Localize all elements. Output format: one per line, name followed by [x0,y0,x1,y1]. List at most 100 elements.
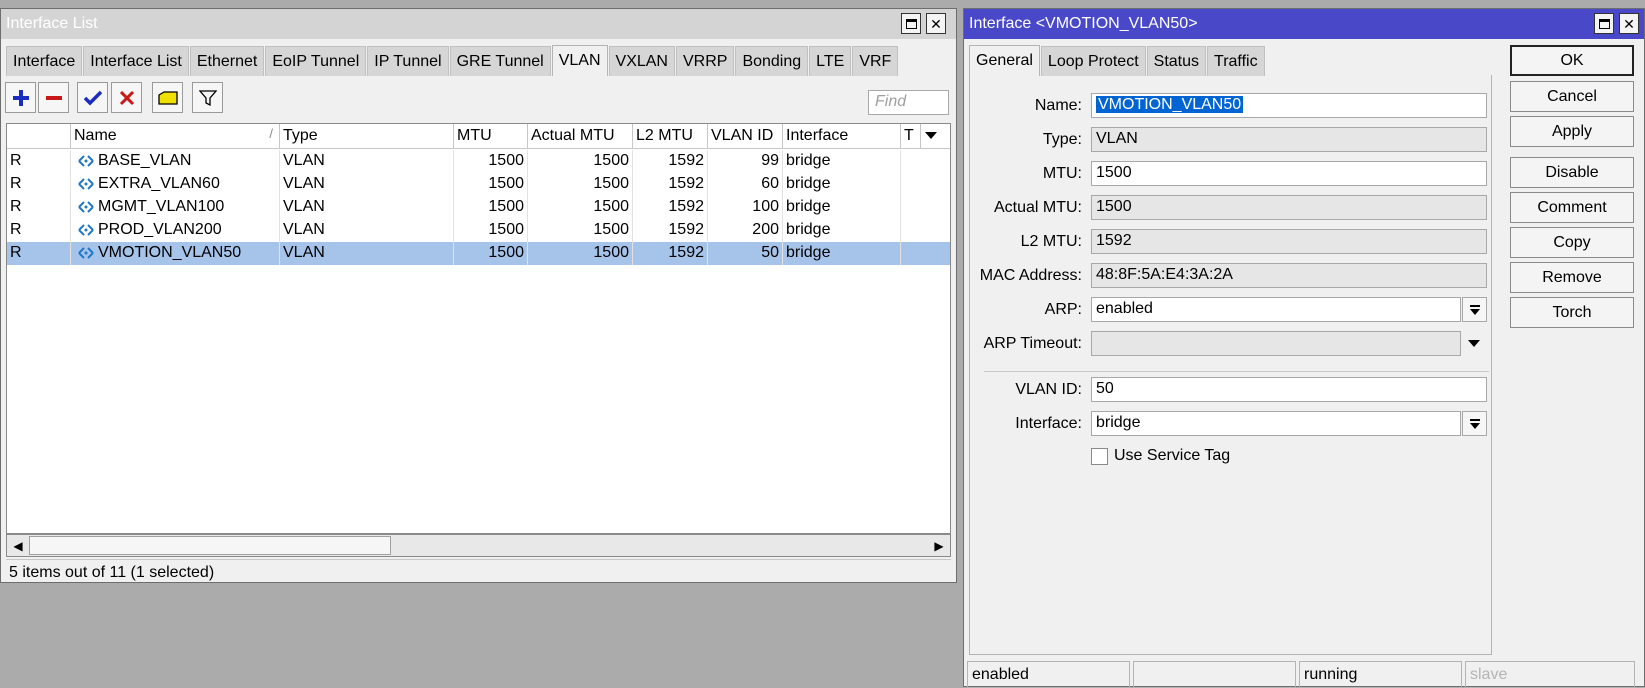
tab-vrf[interactable]: VRF [852,46,899,76]
vlan-id-input[interactable]: 50 [1091,377,1487,402]
mtu-input[interactable]: 1500 [1091,161,1487,186]
col-interface[interactable]: Interface [783,124,901,149]
tab-eoip-tunnel[interactable]: EoIP Tunnel [265,46,367,76]
col-extra[interactable]: T [901,124,921,149]
maximize-icon [1598,18,1610,29]
scroll-right-button[interactable]: ▶ [928,535,950,556]
comment-button[interactable] [152,82,183,113]
dialog-title-bar[interactable]: Interface <VMOTION_VLAN50> ✕ [964,9,1644,39]
close-button[interactable]: ✕ [926,13,946,34]
tab-bonding[interactable]: Bonding [735,46,809,76]
tab-vrrp[interactable]: VRRP [675,46,735,76]
row-type: VLAN [280,219,454,242]
col-name[interactable]: Name / [71,124,280,149]
row-name: VMOTION_VLAN50 [98,244,242,261]
dialog-title: Interface <VMOTION_VLAN50> [969,15,1198,32]
disable-button[interactable] [111,82,142,113]
tab-loop-protect[interactable]: Loop Protect [1040,46,1146,76]
row-name-cell: MGMT_VLAN100 [71,196,280,219]
vlan-icon [78,178,94,190]
arp-select[interactable]: enabled [1091,297,1461,322]
maximize-button[interactable] [901,13,921,34]
add-button[interactable] [5,82,36,113]
name-input[interactable]: VMOTION_VLAN50 [1091,93,1487,118]
col-l2-mtu[interactable]: L2 MTU [633,124,708,149]
status-slave: slave [1465,661,1635,688]
row-interface: bridge [783,219,901,242]
list-title-bar[interactable]: Interface List ✕ [1,9,956,39]
dialog-maximize-button[interactable] [1594,13,1614,34]
check-icon [83,90,102,105]
row-vlan-id: 50 [708,242,783,265]
row-type: VLAN [280,173,454,196]
table-row[interactable]: R PROD_VLAN200 VLAN 1500 1500 1592 200 b… [7,219,950,242]
disable-button[interactable]: Disable [1510,157,1634,188]
arp-timeout-dropdown-button[interactable] [1468,340,1480,347]
row-l2-mtu: 1592 [633,219,708,242]
table-row[interactable]: R MGMT_VLAN100 VLAN 1500 1500 1592 100 b… [7,196,950,219]
arp-dropdown-button[interactable] [1462,297,1487,322]
row-vlan-id: 99 [708,150,783,173]
comment-button[interactable]: Comment [1510,192,1634,223]
vlan-icon [78,201,94,213]
tab-traffic[interactable]: Traffic [1207,46,1265,76]
table-row[interactable]: R BASE_VLAN VLAN 1500 1500 1592 99 bridg… [7,150,950,173]
interface-dropdown-button[interactable] [1462,411,1487,436]
copy-button[interactable]: Copy [1510,227,1634,258]
actual-mtu-field: 1500 [1091,195,1487,220]
arrow-right-icon: ▶ [934,538,944,553]
vlan-id-label: VLAN ID: [1015,381,1082,398]
tab-lte[interactable]: LTE [809,46,852,76]
row-interface: bridge [783,150,901,173]
filter-button[interactable] [192,82,223,113]
mac-address-field: 48:8F:5A:E4:3A:2A [1091,263,1487,288]
tab-gre-tunnel[interactable]: GRE Tunnel [449,46,551,76]
table-row[interactable]: R EXTRA_VLAN60 VLAN 1500 1500 1592 60 br… [7,173,950,196]
tab-interface-list[interactable]: Interface List [83,46,189,76]
enable-button[interactable] [77,82,108,113]
name-label: Name: [1034,97,1082,114]
remove-button[interactable] [38,82,69,113]
scroll-left-button[interactable]: ◀ [7,535,29,556]
arp-timeout-select[interactable] [1091,331,1461,356]
tab-vlan[interactable]: VLAN [551,45,608,76]
tab-ip-tunnel[interactable]: IP Tunnel [367,46,449,76]
tab-interface[interactable]: Interface [6,46,83,76]
interface-select[interactable]: bridge [1091,411,1461,436]
table-row-selected[interactable]: R VMOTION_VLAN50 VLAN 1500 1500 1592 50 … [7,242,950,265]
col-type[interactable]: Type [280,124,454,149]
table-header: Name / Type MTU Actual MTU L2 MTU VLAN I… [7,124,950,149]
tab-status[interactable]: Status [1146,46,1207,76]
row-name: MGMT_VLAN100 [98,198,225,215]
chevron-down-icon [1468,340,1480,347]
cancel-button[interactable]: Cancel [1510,81,1634,112]
horizontal-scrollbar[interactable]: ◀ ▶ [6,534,951,557]
interface-list-window: Interface List ✕ Interface Interface Lis… [0,8,957,583]
use-service-tag-checkbox[interactable] [1091,448,1108,465]
row-vlan-id: 100 [708,196,783,219]
list-window-title: Interface List [6,15,98,32]
col-mtu[interactable]: MTU [454,124,528,149]
row-vlan-id: 200 [708,219,783,242]
dialog-close-button[interactable]: ✕ [1619,13,1639,34]
row-name-cell: EXTRA_VLAN60 [71,173,280,196]
remove-button[interactable]: Remove [1510,262,1634,293]
torch-button[interactable]: Torch [1510,297,1634,328]
ok-button[interactable]: OK [1510,45,1634,76]
row-type: VLAN [280,242,454,265]
row-flag: R [7,173,71,196]
row-name: PROD_VLAN200 [98,221,222,238]
scroll-thumb[interactable] [29,536,391,555]
mtu-label: MTU: [1042,165,1082,182]
row-actual-mtu: 1500 [528,219,633,242]
col-flag[interactable] [7,124,71,149]
col-actual-mtu[interactable]: Actual MTU [528,124,633,149]
row-mtu: 1500 [454,219,528,242]
tab-general[interactable]: General [969,45,1040,76]
tab-vxlan[interactable]: VXLAN [608,46,675,76]
row-actual-mtu: 1500 [528,150,633,173]
row-l2-mtu: 1592 [633,150,708,173]
apply-button[interactable]: Apply [1510,116,1634,147]
col-vlan-id[interactable]: VLAN ID [708,124,783,149]
tab-ethernet[interactable]: Ethernet [189,46,265,76]
